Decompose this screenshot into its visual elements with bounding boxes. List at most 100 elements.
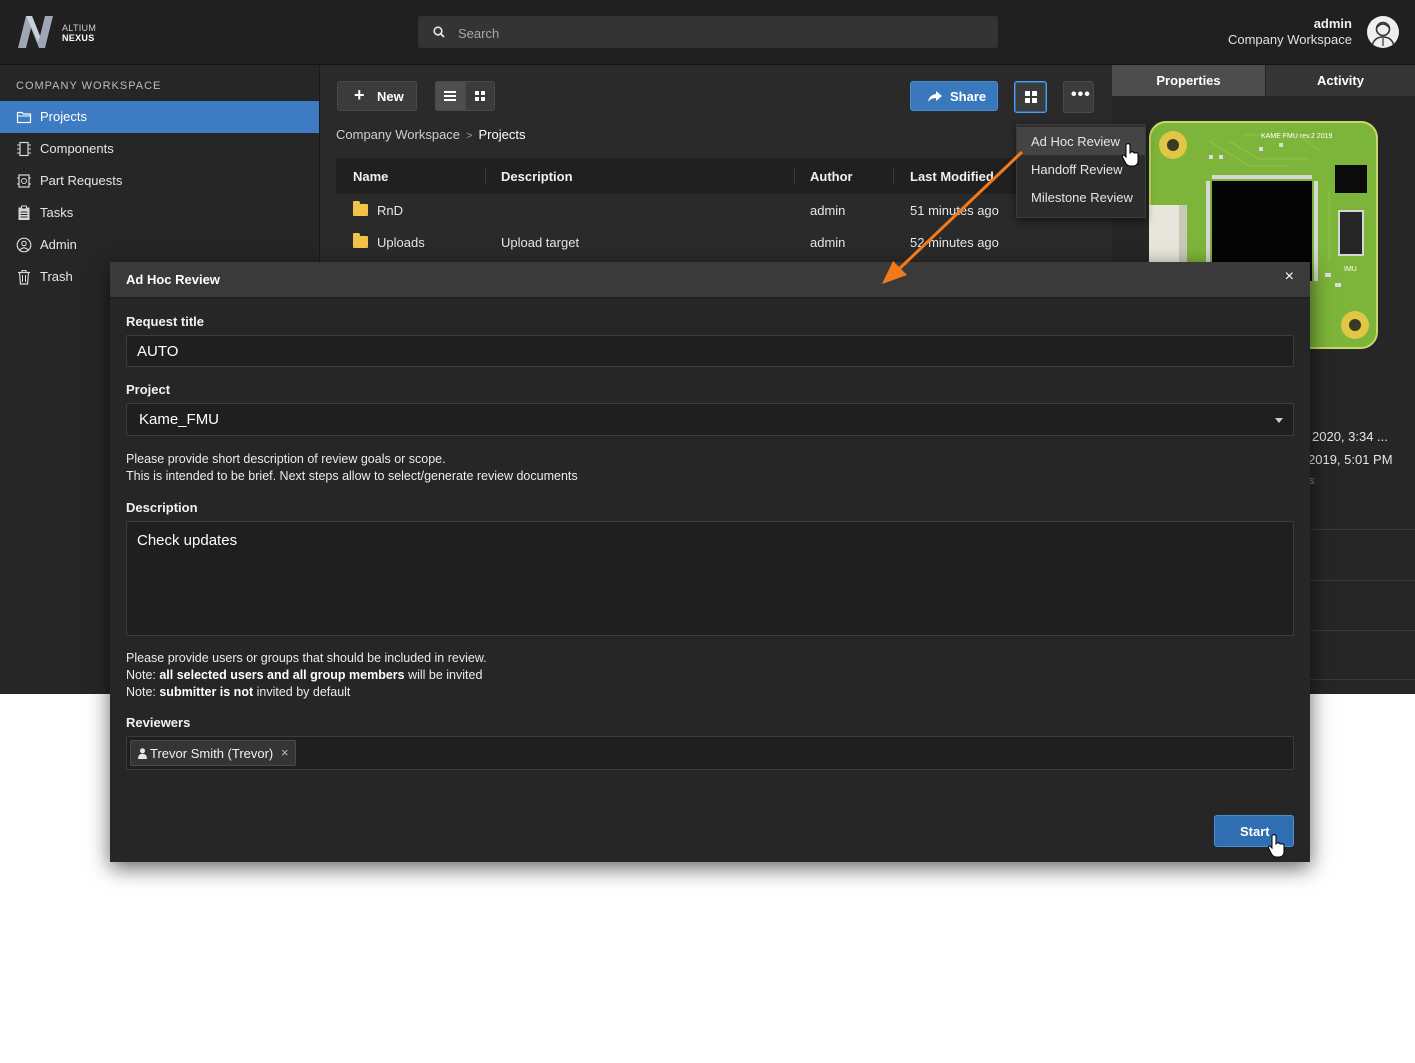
tab-activity[interactable]: Activity <box>1266 65 1415 96</box>
note-rest: will be invited <box>404 668 483 682</box>
list-icon <box>444 91 456 101</box>
breadcrumb-current: Projects <box>478 127 526 142</box>
list-view-toggle[interactable] <box>435 81 465 111</box>
column-header-author[interactable]: Author <box>810 169 853 184</box>
component-icon <box>17 141 31 157</box>
column-header-name[interactable]: Name <box>353 169 388 184</box>
project-select-value: Kame_FMU <box>139 411 220 428</box>
sidebar-heading: COMPANY WORKSPACE <box>16 80 162 92</box>
project-select[interactable]: Kame_FMU <box>126 403 1294 436</box>
ad-hoc-review-dialog: Ad Hoc Review × Request title Project Ka… <box>110 262 1310 862</box>
note-bold: submitter is not <box>159 685 254 699</box>
reviewers-input[interactable]: Trevor Smith (Trevor) × <box>126 736 1294 770</box>
help-line: This is intended to be brief. Next steps… <box>126 469 578 483</box>
person-icon <box>138 748 147 759</box>
reviewers-label: Reviewers <box>126 715 191 730</box>
dialog-header: Ad Hoc Review × <box>110 262 1310 298</box>
user-circle-icon <box>16 237 32 253</box>
search-box[interactable] <box>418 16 998 50</box>
sidebar-item-label: Projects <box>40 109 87 124</box>
logo-text: ALTIUM NEXUS <box>62 23 96 43</box>
note-bold: all selected users and all group members <box>159 668 405 682</box>
reviewer-chip: Trevor Smith (Trevor) × <box>130 740 296 766</box>
new-button[interactable]: + New <box>337 81 417 111</box>
table-header: Name Description Author Last Modified <box>336 158 1096 194</box>
avatar-icon <box>1371 21 1395 47</box>
folder-icon <box>353 201 368 216</box>
hand-cursor-icon <box>1268 834 1285 858</box>
row-modified: 52 minutes ago <box>910 235 999 250</box>
sidebar-item-tasks[interactable]: Tasks <box>0 197 319 229</box>
tab-properties[interactable]: Properties <box>1112 65 1265 96</box>
share-button-label: Share <box>950 89 987 104</box>
menu-item-milestone-review[interactable]: Milestone Review <box>1017 183 1145 211</box>
note-prefix: Note: <box>126 668 160 682</box>
share-button[interactable]: Share <box>910 81 998 111</box>
row-modified: 51 minutes ago <box>910 203 999 218</box>
menu-item-label: Ad Hoc Review <box>1031 134 1120 149</box>
share-icon <box>928 91 942 102</box>
reviewers-help-text: Please provide users or groups that shou… <box>126 650 487 701</box>
start-button-label: Start <box>1240 824 1270 839</box>
review-layout-icon <box>1025 91 1037 103</box>
sidebar-item-admin[interactable]: Admin <box>0 229 319 261</box>
panel-divider <box>1302 580 1415 581</box>
more-options-button[interactable]: ••• <box>1063 81 1094 113</box>
sidebar-item-components[interactable]: Components <box>0 133 319 165</box>
user-workspace: Company Workspace <box>1227 32 1352 47</box>
sidebar-item-label: Tasks <box>40 205 74 220</box>
help-line: Please provide short description of revi… <box>126 452 446 466</box>
avatar[interactable] <box>1367 16 1399 48</box>
user-info[interactable]: admin Company Workspace <box>1228 16 1352 48</box>
column-divider <box>794 167 795 185</box>
row-author: admin <box>810 203 846 218</box>
column-header-description[interactable]: Description <box>501 169 573 184</box>
project-label: Project <box>126 382 171 397</box>
close-icon[interactable]: × <box>1285 269 1294 285</box>
folder-icon <box>16 111 32 124</box>
clipboard-icon <box>18 205 30 220</box>
request-title-input[interactable] <box>126 335 1294 367</box>
sidebar-item-projects[interactable]: Projects <box>0 101 319 133</box>
table-row[interactable]: Uploads Upload target admin 52 minutes a… <box>336 226 1096 258</box>
description-help-text: Please provide short description of revi… <box>126 451 578 485</box>
review-menu-button[interactable] <box>1014 81 1047 113</box>
column-header-last-modified[interactable]: Last Modified <box>910 169 994 184</box>
chevron-down-icon <box>1275 418 1283 423</box>
chevron-right-icon: > <box>466 130 473 142</box>
sidebar-item-label: Admin <box>40 237 77 252</box>
sidebar-item-label: Components <box>40 141 114 156</box>
row-name: Uploads <box>377 235 425 250</box>
hand-cursor-icon <box>1122 143 1139 167</box>
table-row[interactable]: RnD admin 51 minutes ago <box>336 194 1096 226</box>
panel-divider <box>1302 679 1415 680</box>
row-description: Upload target <box>501 235 580 250</box>
dialog-title: Ad Hoc Review <box>126 272 220 287</box>
review-type-menu: Ad Hoc Review Handoff Review Milestone R… <box>1016 124 1146 218</box>
help-line: Note: all selected users and all group m… <box>126 667 487 684</box>
search-icon <box>433 26 445 38</box>
remove-reviewer-icon[interactable]: × <box>281 745 289 760</box>
sidebar-item-part-requests[interactable]: Part Requests <box>0 165 319 197</box>
breadcrumb-root[interactable]: Company Workspace <box>336 127 460 142</box>
search-input[interactable] <box>456 16 980 50</box>
help-line: Please provide users or groups that shou… <box>126 651 487 665</box>
menu-item-label: Milestone Review <box>1031 190 1133 205</box>
new-button-label: New <box>377 89 404 104</box>
ellipsis-icon: ••• <box>1071 86 1091 103</box>
panel-divider <box>1302 529 1415 530</box>
trash-icon <box>18 270 30 285</box>
panel-divider <box>1302 630 1415 631</box>
description-textarea[interactable]: Check updates <box>126 521 1294 636</box>
grid-view-toggle[interactable] <box>465 81 495 111</box>
altium-nexus-logo[interactable]: ALTIUM NEXUS <box>16 14 106 50</box>
description-label: Description <box>126 500 198 515</box>
pcb-label-top: KAME FMU rev.2 2019 <box>1261 133 1333 140</box>
sidebar-item-label: Trash <box>40 269 73 284</box>
reviewer-chip-label: Trevor Smith (Trevor) <box>150 746 274 761</box>
row-author: admin <box>810 235 846 250</box>
modified-date: 2019, 5:01 PM <box>1308 452 1393 467</box>
logo-text-bottom: NEXUS <box>62 33 95 43</box>
row-name: RnD <box>377 203 404 218</box>
column-divider <box>893 167 894 185</box>
